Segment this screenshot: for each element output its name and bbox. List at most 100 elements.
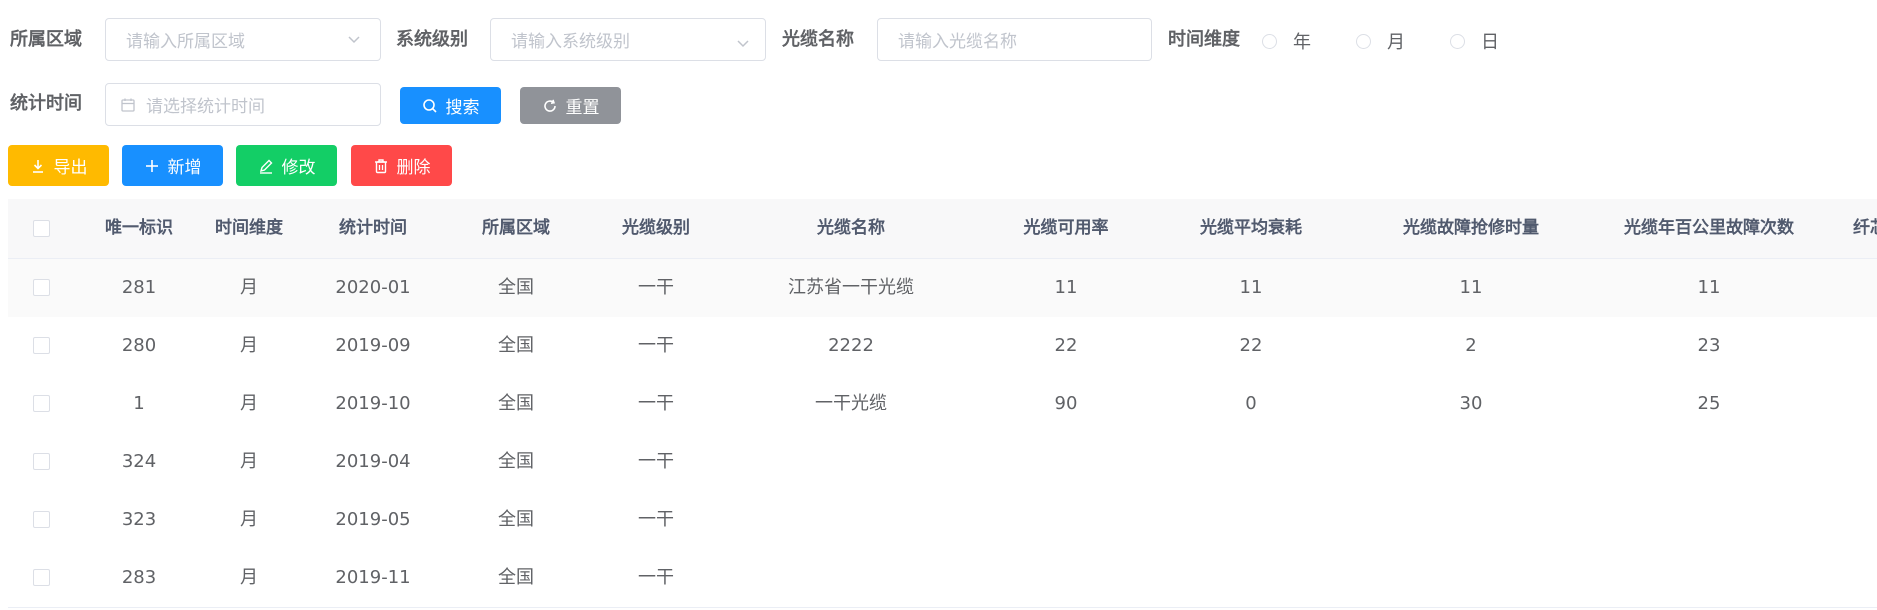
- column-header-repair-hours[interactable]: 光缆故障抢修时量: [1346, 199, 1596, 258]
- cell-fault-count: 23: [1697, 335, 1721, 356]
- cell-fault-count: 25: [1697, 393, 1721, 414]
- table-row[interactable]: 280 月 2019-09 全国 一干 2222 22 22 2 23: [8, 317, 1877, 376]
- radio-circle: [1262, 33, 1277, 49]
- cell-region: 全国: [498, 509, 534, 530]
- cell-region: 全国: [498, 393, 534, 414]
- search-icon: [422, 98, 437, 113]
- cell-fault-count: 11: [1697, 277, 1721, 298]
- delete-button-label: 删除: [396, 158, 431, 178]
- edit-icon: [259, 159, 272, 174]
- row-checkbox[interactable]: [33, 279, 50, 296]
- region-input[interactable]: 请输入所属区域: [105, 18, 381, 61]
- cell-cable-name: 江苏省一干光缆: [788, 277, 914, 298]
- cell-avg-attenuation: [1156, 549, 1346, 607]
- cable-name-placeholder: 请输入光缆名称: [898, 32, 1017, 52]
- plus-icon: [145, 159, 158, 172]
- cell-stat-time: 2019-05: [335, 509, 411, 530]
- add-button[interactable]: 新增: [122, 145, 223, 186]
- column-header-fiber-core[interactable]: 纤芯: [1853, 199, 1877, 258]
- table-row[interactable]: 1 月 2019-10 全国 一干 一干光缆 90 0 30 25: [8, 375, 1877, 434]
- search-button[interactable]: 搜索: [400, 87, 501, 124]
- edit-button[interactable]: 修改: [236, 145, 337, 186]
- stat-time-placeholder: 请选择统计时间: [146, 97, 265, 117]
- delete-button[interactable]: 删除: [351, 145, 452, 186]
- export-button[interactable]: 导出: [8, 145, 109, 186]
- reset-button-label: 重置: [565, 98, 600, 118]
- cell-stat-time: 2019-10: [335, 393, 411, 414]
- cell-availability: [976, 433, 1156, 491]
- table-row[interactable]: 324 月 2019-04 全国 一干: [8, 433, 1877, 492]
- cell-availability: 90: [1054, 393, 1078, 414]
- region-placeholder: 请输入所属区域: [126, 32, 245, 52]
- select-all-checkbox[interactable]: [33, 220, 50, 237]
- cell-id: 324: [121, 451, 157, 472]
- cell-cable-name: 2222: [828, 335, 874, 356]
- edit-button-label: 修改: [281, 158, 316, 178]
- trash-icon: [374, 158, 387, 173]
- column-header-stat-time[interactable]: 统计时间: [300, 199, 446, 258]
- cell-repair-hours: 30: [1459, 393, 1483, 414]
- stat-time-label: 统计时间: [10, 93, 82, 114]
- cell-fault-count: [1596, 433, 1822, 491]
- search-button-label: 搜索: [445, 98, 480, 118]
- reset-button[interactable]: 重置: [520, 87, 621, 124]
- radio-month[interactable]: 月: [1356, 28, 1405, 54]
- cell-stat-time: 2019-09: [335, 335, 411, 356]
- cell-id: 283: [121, 567, 157, 588]
- cell-availability: 22: [1054, 335, 1078, 356]
- cell-avg-attenuation: 11: [1239, 277, 1263, 298]
- radio-day[interactable]: 日: [1450, 28, 1499, 54]
- row-checkbox[interactable]: [33, 569, 50, 586]
- cell-region: 全国: [498, 451, 534, 472]
- cell-cable-level: 一干: [638, 277, 674, 298]
- cell-id: 323: [121, 509, 157, 530]
- export-button-label: 导出: [53, 158, 88, 178]
- calendar-icon: [121, 98, 135, 112]
- column-header-cable-name[interactable]: 光缆名称: [726, 199, 976, 258]
- cell-cable-name: 一干光缆: [815, 393, 887, 414]
- cell-avg-attenuation: [1156, 433, 1346, 491]
- cell-region: 全国: [498, 277, 534, 298]
- cell-id: 281: [121, 277, 157, 298]
- cell-stat-time: 2019-04: [335, 451, 411, 472]
- cell-avg-attenuation: [1156, 491, 1346, 549]
- table-row[interactable]: 281 月 2020-01 全国 一干 江苏省一干光缆 11 11 11 11: [8, 259, 1877, 318]
- cell-region: 全国: [498, 567, 534, 588]
- table-header: 唯一标识 时间维度 统计时间 所属区域 光缆级别 光缆名称 光缆可用率 光缆平均…: [8, 199, 1877, 259]
- cell-stat-time: 2020-01: [335, 277, 411, 298]
- chevron-down-icon: [737, 40, 749, 48]
- row-checkbox[interactable]: [33, 511, 50, 528]
- cell-fault-count: [1596, 549, 1822, 607]
- table-row[interactable]: 323 月 2019-05 全国 一干: [8, 491, 1877, 550]
- stat-time-picker[interactable]: 请选择统计时间: [105, 83, 381, 126]
- radio-day-label: 日: [1481, 32, 1499, 53]
- cable-name-input[interactable]: 请输入光缆名称: [877, 18, 1152, 61]
- cell-avg-attenuation: 0: [1245, 393, 1257, 414]
- cell-time-dimension: 月: [240, 393, 258, 414]
- radio-year-label: 年: [1293, 32, 1311, 53]
- cell-cable-level: 一干: [638, 567, 674, 588]
- region-label: 所属区域: [10, 29, 82, 50]
- system-level-input[interactable]: 请输入系统级别: [490, 18, 766, 61]
- cable-name-label: 光缆名称: [782, 29, 854, 50]
- cell-cable-level: 一干: [638, 393, 674, 414]
- column-header-cable-level[interactable]: 光缆级别: [586, 199, 726, 258]
- row-checkbox[interactable]: [33, 395, 50, 412]
- cell-time-dimension: 月: [240, 277, 258, 298]
- radio-year[interactable]: 年: [1262, 28, 1311, 54]
- row-checkbox[interactable]: [33, 453, 50, 470]
- cell-repair-hours: 2: [1465, 335, 1477, 356]
- column-header-avg-attenuation[interactable]: 光缆平均衰耗: [1156, 199, 1346, 258]
- row-checkbox[interactable]: [33, 337, 50, 354]
- cell-region: 全国: [498, 335, 534, 356]
- column-header-id[interactable]: 唯一标识: [80, 199, 198, 258]
- cell-time-dimension: 月: [240, 567, 258, 588]
- column-header-fault-count[interactable]: 光缆年百公里故障次数: [1596, 199, 1822, 258]
- column-header-time-dimension[interactable]: 时间维度: [198, 199, 300, 258]
- column-header-region[interactable]: 所属区域: [446, 199, 586, 258]
- column-header-availability[interactable]: 光缆可用率: [976, 199, 1156, 258]
- system-level-label: 系统级别: [396, 29, 468, 50]
- radio-circle: [1356, 33, 1371, 49]
- cell-time-dimension: 月: [240, 451, 258, 472]
- table-row[interactable]: 283 月 2019-11 全国 一干: [8, 549, 1877, 608]
